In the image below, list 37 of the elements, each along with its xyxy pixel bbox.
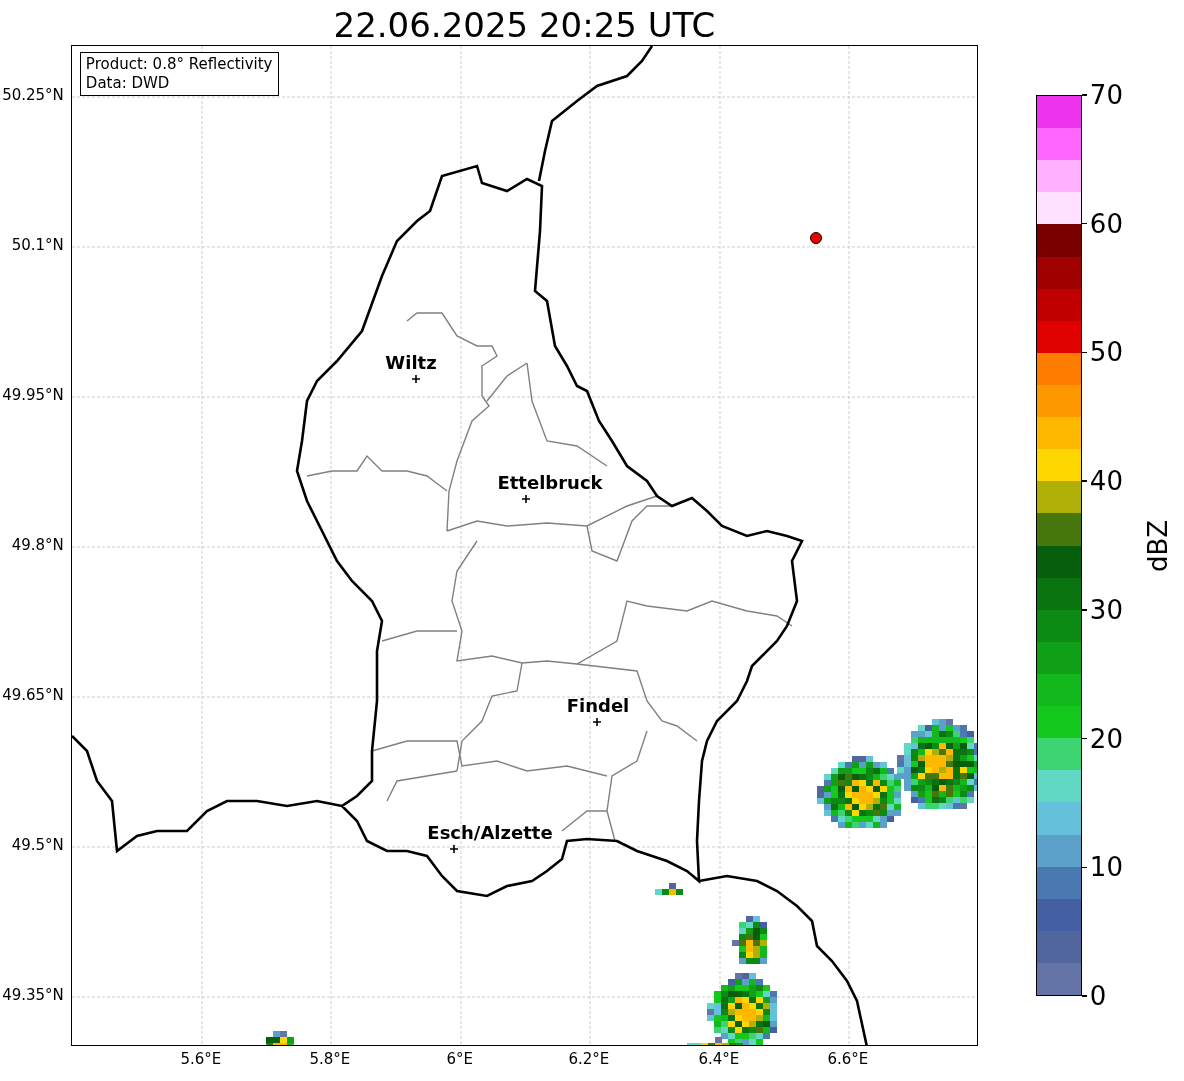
radar-echo (654, 883, 683, 895)
longitude-label: 5.8°E (309, 1052, 351, 1067)
latitude-label: 49.95°N (2, 388, 64, 403)
city-marker (449, 844, 459, 854)
radar-site-marker (809, 232, 822, 244)
city-label: Ettelbruck (497, 472, 603, 493)
radar-echo (265, 1031, 294, 1045)
city-label: Findel (566, 695, 630, 716)
radar-echo (731, 916, 767, 964)
latitude-label: 50.1°N (11, 238, 64, 253)
longitude-label: 6.2°E (568, 1052, 610, 1067)
latitude-label: 49.8°N (11, 538, 64, 553)
info-text: Product: 0.8° Reflectivity (85, 55, 273, 74)
colorbar-tick-label: 10 (1089, 852, 1123, 883)
longitude-label: 6°E (446, 1052, 474, 1067)
longitude-label: 6.4°E (698, 1052, 740, 1067)
colorbar-tick-label: 70 (1089, 80, 1123, 110)
colorbar-axis-label: dBZ (1144, 519, 1171, 572)
city-label: Wiltz (385, 352, 437, 373)
city-marker (411, 374, 421, 384)
colorbar-tick-label: 50 (1089, 337, 1123, 368)
colorbar-tick-label: 40 (1089, 466, 1123, 497)
colorbar-tick-label: 30 (1089, 594, 1123, 625)
latitude-label: 49.65°N (2, 688, 64, 703)
city-label: Esch/Alzette (427, 822, 553, 843)
colorbar-tick-label: 60 (1089, 208, 1123, 239)
chart-title: 22.06.2025 20:25 UTC (333, 8, 716, 42)
colorbar-tick-label: 0 (1089, 981, 1107, 1011)
latitude-label: 49.35°N (2, 988, 64, 1003)
colorbar-tick-label: 20 (1089, 723, 1123, 754)
longitude-label: 5.6°E (180, 1052, 222, 1067)
latitude-label: 49.5°N (11, 838, 64, 853)
info-text: Data: DWD (85, 74, 171, 93)
city-marker (592, 717, 602, 727)
city-marker (521, 494, 531, 504)
longitude-label: 6.6°E (827, 1052, 869, 1067)
latitude-label: 50.25°N (2, 88, 64, 103)
